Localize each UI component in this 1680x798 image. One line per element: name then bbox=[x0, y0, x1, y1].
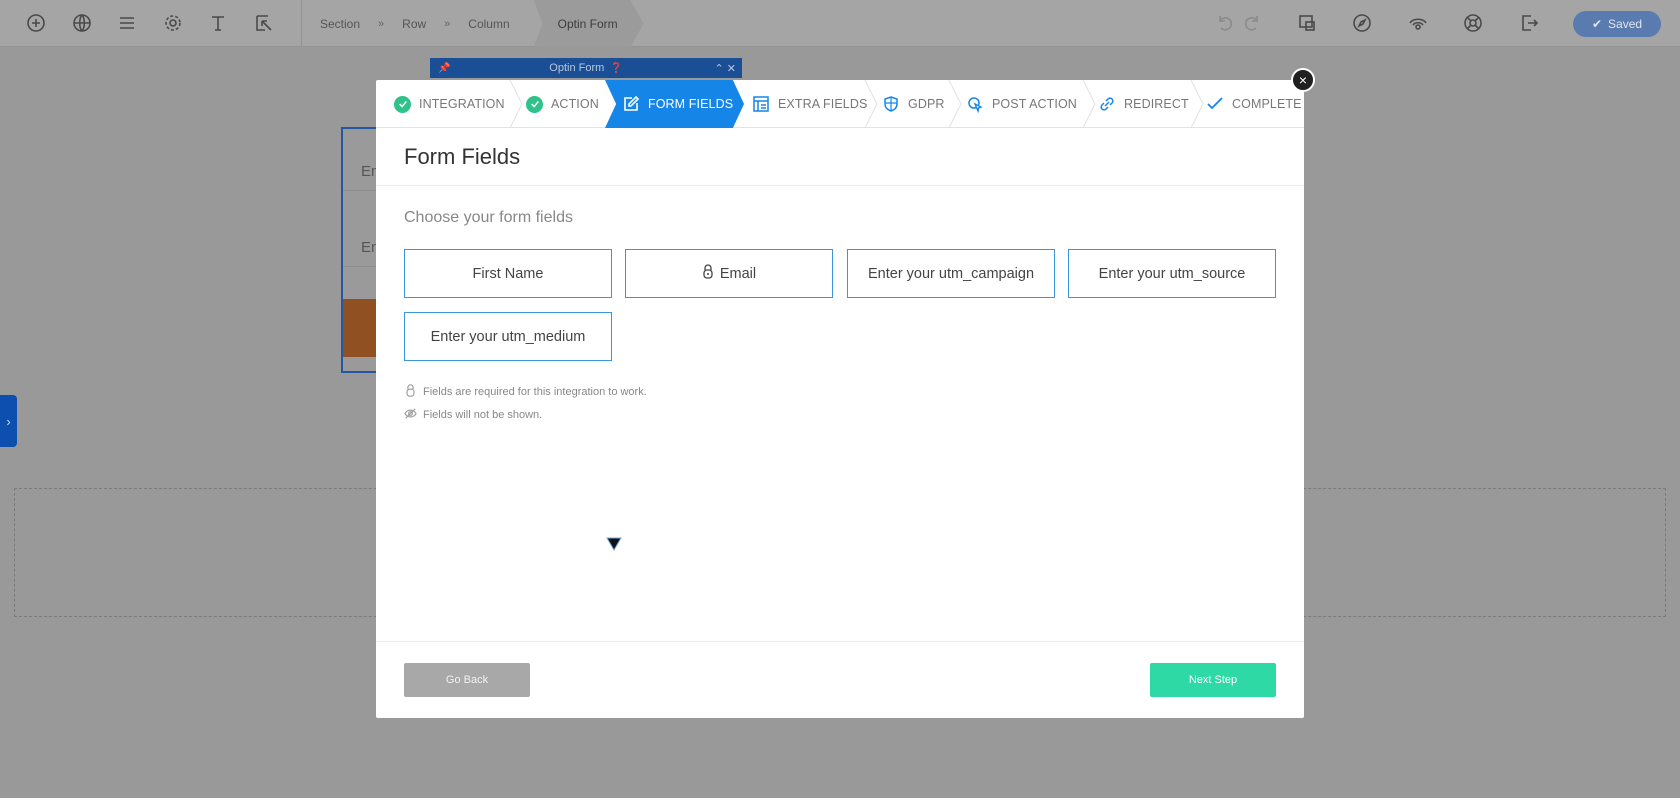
check-circle-icon bbox=[394, 95, 411, 113]
toolbar-divider bbox=[301, 0, 302, 47]
required-note: Fields are required for this integration… bbox=[404, 384, 647, 400]
saved-label: Saved bbox=[1608, 17, 1643, 31]
lock-icon bbox=[702, 264, 714, 283]
edit-icon bbox=[622, 95, 640, 113]
field-utm-campaign[interactable]: Enter your utm_campaign bbox=[847, 249, 1055, 298]
go-back-button[interactable]: Go Back bbox=[404, 663, 530, 697]
step-label: INTEGRATION bbox=[419, 97, 505, 111]
optin-bar-label: Optin Form bbox=[549, 62, 605, 74]
help-icon[interactable] bbox=[1461, 11, 1485, 35]
field-email[interactable]: Email bbox=[625, 249, 833, 298]
extra-fields-icon bbox=[752, 95, 770, 113]
chevron-separator-icon bbox=[948, 79, 962, 129]
divider bbox=[376, 641, 1304, 642]
layout-icon[interactable] bbox=[1295, 11, 1319, 35]
next-step-button[interactable]: Next Step bbox=[1150, 663, 1276, 697]
hidden-note: Fields will not be shown. bbox=[404, 407, 542, 423]
chevron-separator-icon bbox=[509, 79, 523, 129]
step-label: GDPR bbox=[908, 97, 945, 111]
top-toolbar: Section » Row » Column Optin Form ✔ Save… bbox=[0, 0, 1680, 47]
eye-slash-icon bbox=[404, 407, 417, 423]
step-label: COMPLETE bbox=[1232, 97, 1302, 111]
field-label: Enter your utm_source bbox=[1098, 265, 1246, 282]
field-utm-medium[interactable]: Enter your utm_medium bbox=[404, 312, 612, 361]
shield-icon bbox=[882, 95, 900, 113]
bar-controls[interactable]: ⌃ ✕ bbox=[715, 62, 737, 75]
mouse-cursor-icon bbox=[606, 537, 622, 551]
exit-icon[interactable] bbox=[1517, 11, 1541, 35]
background-optin-form: En En bbox=[341, 127, 381, 373]
breadcrumb-section[interactable]: Section bbox=[310, 17, 370, 31]
pointer-icon bbox=[966, 95, 984, 113]
settings-icon[interactable] bbox=[161, 11, 185, 35]
check-circle-icon bbox=[526, 95, 543, 113]
sidebar-toggle[interactable]: › bbox=[0, 395, 17, 447]
field-label: First Name bbox=[472, 265, 544, 282]
breadcrumb-column[interactable]: Column bbox=[458, 17, 519, 31]
step-form-fields[interactable]: FORM FIELDS bbox=[622, 80, 733, 128]
field-label: Email bbox=[719, 265, 757, 282]
checkmark-icon bbox=[1206, 95, 1224, 113]
breadcrumb-row[interactable]: Row bbox=[392, 17, 436, 31]
layers-icon[interactable] bbox=[115, 11, 139, 35]
required-note-text: Fields are required for this integration… bbox=[423, 386, 647, 398]
cursor-select-icon[interactable] bbox=[252, 11, 276, 35]
globe-icon[interactable] bbox=[70, 11, 94, 35]
step-complete[interactable]: COMPLETE bbox=[1206, 80, 1302, 128]
check-icon: ✔ bbox=[1591, 17, 1603, 31]
breadcrumb: Section » Row » Column Optin Form bbox=[310, 0, 644, 47]
step-post-action[interactable]: POST ACTION bbox=[966, 80, 1077, 128]
divider bbox=[376, 185, 1304, 186]
step-label: ACTION bbox=[551, 97, 599, 111]
field-label: Enter your utm_campaign bbox=[867, 265, 1035, 282]
step-label: EXTRA FIELDS bbox=[778, 97, 868, 111]
step-integration[interactable]: INTEGRATION bbox=[394, 80, 505, 128]
step-extra-fields[interactable]: EXTRA FIELDS bbox=[752, 80, 867, 128]
step-label: FORM FIELDS bbox=[648, 97, 734, 111]
chevron-separator-icon bbox=[1190, 79, 1204, 129]
add-icon[interactable] bbox=[24, 11, 48, 35]
breadcrumb-separator: » bbox=[378, 17, 385, 30]
breadcrumb-optin-form[interactable]: Optin Form bbox=[533, 0, 644, 47]
link-icon bbox=[1098, 95, 1116, 113]
step-gdpr[interactable]: GDPR bbox=[882, 80, 945, 128]
wizard-steps: INTEGRATION ACTION FORM FIELDS EXTRA FIE… bbox=[376, 79, 1304, 129]
redo-icon[interactable] bbox=[1240, 11, 1264, 35]
close-modal-button[interactable]: × bbox=[1291, 68, 1315, 92]
info-icon[interactable]: ❓ bbox=[610, 63, 622, 74]
saved-button[interactable]: ✔ Saved bbox=[1573, 11, 1661, 37]
field-first-name[interactable]: First Name bbox=[404, 249, 612, 298]
pin-icon[interactable]: 📌 bbox=[438, 63, 450, 74]
lock-icon bbox=[404, 384, 417, 400]
compass-icon[interactable] bbox=[1350, 11, 1374, 35]
field-utm-source[interactable]: Enter your utm_source bbox=[1068, 249, 1276, 298]
form-fields-modal: INTEGRATION ACTION FORM FIELDS EXTRA FIE… bbox=[376, 79, 1304, 718]
undo-icon[interactable] bbox=[1213, 11, 1237, 35]
step-action[interactable]: ACTION bbox=[526, 80, 599, 128]
breadcrumb-separator: » bbox=[444, 17, 451, 30]
chevron-separator-icon bbox=[1082, 79, 1096, 129]
preview-icon[interactable] bbox=[1406, 11, 1430, 35]
modal-title: Form Fields bbox=[404, 144, 521, 169]
optin-form-element-bar[interactable]: 📌 Optin Form ❓ ⌃ ✕ bbox=[430, 58, 742, 78]
step-redirect[interactable]: REDIRECT bbox=[1098, 80, 1189, 128]
text-icon[interactable] bbox=[206, 11, 230, 35]
chevron-separator-icon bbox=[864, 79, 878, 129]
hidden-note-text: Fields will not be shown. bbox=[423, 409, 543, 421]
step-label: REDIRECT bbox=[1124, 97, 1189, 111]
modal-subtitle: Choose your form fields bbox=[404, 209, 573, 226]
field-label: Enter your utm_medium bbox=[430, 328, 586, 345]
step-label: POST ACTION bbox=[992, 97, 1077, 111]
